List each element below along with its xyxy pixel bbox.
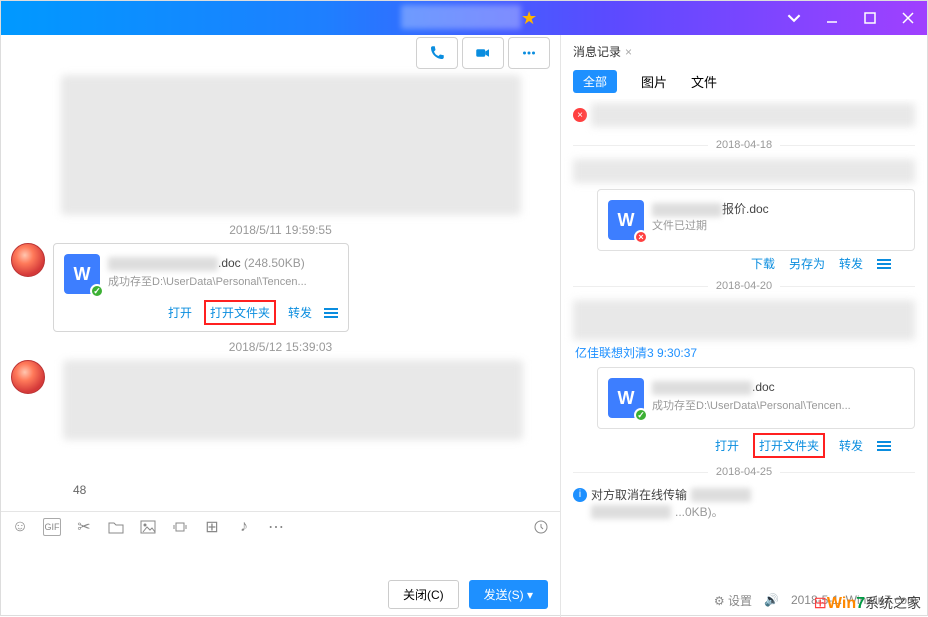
gift-icon[interactable]: ⊞ <box>203 518 221 536</box>
history-title: 消息记录 <box>573 43 621 60</box>
close-button[interactable] <box>889 1 927 35</box>
titlebar: ★ <box>1 1 927 35</box>
history-icon[interactable] <box>532 518 550 536</box>
history-file-card: W× 报价.doc 文件已过期 <box>597 189 915 251</box>
message-blur <box>63 360 523 440</box>
avatar[interactable] <box>11 243 45 277</box>
forward-link[interactable]: 转发 <box>288 304 312 321</box>
forward-link[interactable]: 转发 <box>839 437 863 454</box>
forward-link[interactable]: 转发 <box>839 255 863 272</box>
file-menu-icon[interactable] <box>877 441 891 451</box>
saveas-link[interactable]: 另存为 <box>789 255 825 272</box>
tab-file[interactable]: 文件 <box>691 72 717 91</box>
file-menu-icon[interactable] <box>877 259 891 269</box>
chat-panel: 2018/5/11 19:59:55 W✓ .doc (248.50KB) 成功… <box>1 35 561 617</box>
open-folder-link[interactable]: 打开文件夹 <box>204 300 276 325</box>
size-fragment: ...0KB)。 <box>675 503 724 520</box>
sound-icon[interactable]: 🔊 <box>764 593 779 607</box>
message-blur <box>61 75 521 215</box>
gif-icon[interactable]: GIF <box>43 518 61 536</box>
tab-all[interactable]: 全部 <box>573 70 617 93</box>
filename-blur <box>108 257 218 271</box>
date-divider: 2018-04-20 <box>573 280 915 292</box>
history-close-icon[interactable]: × <box>625 45 632 59</box>
blur <box>691 488 751 502</box>
open-folder-link[interactable]: 打开文件夹 <box>753 433 825 458</box>
message-row: W✓ .doc (248.50KB) 成功存至D:\UserData\Perso… <box>11 243 550 332</box>
shake-icon[interactable] <box>171 518 189 536</box>
music-icon[interactable]: ♪ <box>235 518 253 536</box>
date-divider: 2018-04-25 <box>573 466 915 478</box>
error-badge-icon: × <box>634 230 648 244</box>
doc-icon: W✓ <box>64 254 100 294</box>
input-toolbar: ☺ GIF ✂ ⊞ ♪ ⋯ <box>1 511 560 542</box>
blur <box>591 505 671 519</box>
cancel-msg: 对方取消在线传输 <box>591 486 687 503</box>
file-suffix: 报价.doc <box>722 202 769 216</box>
history-blur <box>573 300 915 340</box>
maximize-button[interactable] <box>851 1 889 35</box>
messages-area: 2018/5/11 19:59:55 W✓ .doc (248.50KB) 成功… <box>1 63 560 511</box>
sender-line: 亿佳联想刘清3 9:30:37 <box>575 344 915 361</box>
emoji-icon[interactable]: ☺ <box>11 518 29 536</box>
file-message: W✓ .doc (248.50KB) 成功存至D:\UserData\Perso… <box>53 243 349 332</box>
file-ext: .doc <box>752 380 775 394</box>
dropdown-button[interactable] <box>775 1 813 35</box>
success-badge-icon: ✓ <box>90 284 104 298</box>
history-file-card: W✓ .doc 成功存至D:\UserData\Personal\Tencen.… <box>597 367 915 429</box>
watermark: ⊞Win7系统之家 <box>814 593 922 613</box>
star-icon: ★ <box>521 8 537 29</box>
timestamp: 2018/5/11 19:59:55 <box>11 223 550 237</box>
error-icon: × <box>573 108 587 122</box>
minimize-button[interactable] <box>813 1 851 35</box>
folder-icon[interactable] <box>107 518 125 536</box>
history-blur <box>591 103 915 127</box>
avatar[interactable] <box>11 360 45 394</box>
history-panel: 消息记录 × 全部 图片 文件 × 2018-04-18 W× 报价.doc 文… <box>561 35 927 617</box>
info-icon: i <box>573 488 587 502</box>
filename-blur <box>652 381 752 395</box>
filename-blur <box>652 203 722 217</box>
open-link[interactable]: 打开 <box>715 437 739 454</box>
file-path: 成功存至D:\UserData\Personal\Tencen... <box>108 274 307 291</box>
cut-icon[interactable]: ✂ <box>75 518 93 536</box>
filter-tabs: 全部 图片 文件 <box>561 60 927 99</box>
tab-image[interactable]: 图片 <box>641 72 667 91</box>
file-ext: .doc <box>218 256 241 270</box>
doc-icon: W× <box>608 200 644 240</box>
image-icon[interactable] <box>139 518 157 536</box>
download-link[interactable]: 下载 <box>751 255 775 272</box>
file-menu-icon[interactable] <box>324 308 338 318</box>
file-size: (248.50KB) <box>244 256 305 270</box>
file-path: 成功存至D:\UserData\Personal\Tencen... <box>652 398 851 415</box>
close-chat-button[interactable]: 关闭(C) <box>388 580 459 609</box>
text-fragment: 48 <box>73 483 86 497</box>
send-button[interactable]: 发送(S) ▾ <box>469 580 548 609</box>
date-divider: 2018-04-18 <box>573 139 915 151</box>
timestamp: 2018/5/12 15:39:03 <box>11 340 550 354</box>
doc-icon: W✓ <box>608 378 644 418</box>
success-badge-icon: ✓ <box>634 408 648 422</box>
title-blur <box>401 5 521 29</box>
message-row <box>11 360 550 440</box>
open-link[interactable]: 打开 <box>168 304 192 321</box>
history-blur <box>573 159 915 183</box>
input-area[interactable] <box>1 542 560 572</box>
settings-link[interactable]: ⚙ 设置 <box>714 592 752 609</box>
more-input-icon[interactable]: ⋯ <box>267 518 285 536</box>
file-expired: 文件已过期 <box>652 218 769 235</box>
